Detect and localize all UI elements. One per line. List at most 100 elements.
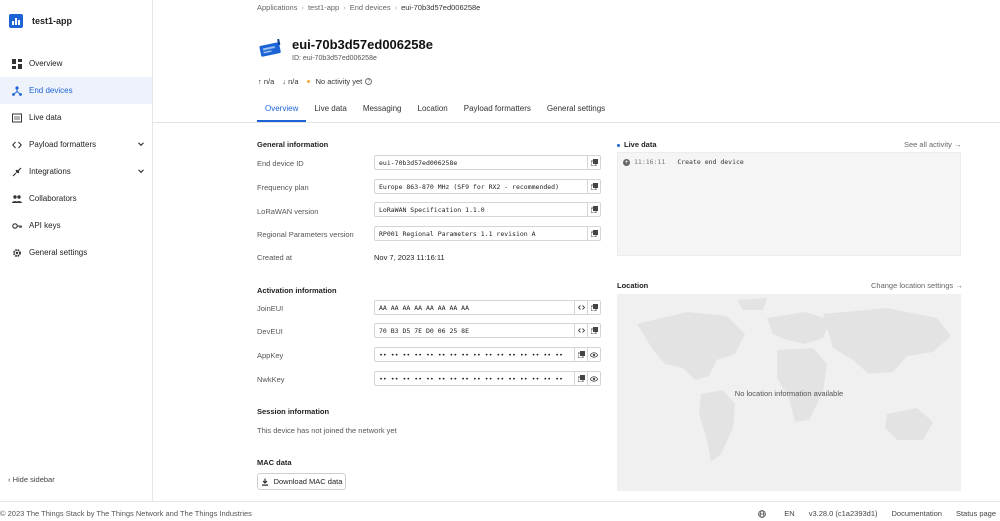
- sidebar-item-label: Payload formatters: [29, 140, 97, 149]
- footer-documentation-link[interactable]: Documentation: [892, 509, 942, 518]
- lorawan-version-field: LoRaWAN Specification 1.1.0: [374, 202, 601, 217]
- frequency-plan-field: Europe 863-870 MHz (SF9 for RX2 - recomm…: [374, 179, 601, 194]
- download-mac-data-label: Download MAC data: [273, 477, 343, 486]
- live-data-icon: [12, 113, 22, 123]
- sidebar-nav: Overview End devices Live data Payload f…: [0, 50, 152, 266]
- activation-info-title: Activation information: [257, 286, 337, 295]
- live-event-text: Create end device: [677, 158, 744, 166]
- downlink-stat: ↓ n/a: [282, 77, 298, 86]
- copy-icon[interactable]: [574, 348, 587, 361]
- lorawan-version-value[interactable]: LoRaWAN Specification 1.1.0: [375, 206, 587, 214]
- device-hub-icon: [12, 85, 22, 96]
- hide-sidebar-button[interactable]: ‹ Hide sidebar: [8, 475, 55, 484]
- change-location-settings-link[interactable]: Change location settings →: [871, 281, 963, 290]
- sidebar-item-end-devices[interactable]: End devices: [0, 77, 152, 104]
- device-id-line: ID: eui-70b3d57ed006258e: [292, 55, 377, 62]
- tab-location[interactable]: Location: [410, 97, 456, 122]
- deveui-field: 70 B3 D5 7E D0 06 25 8E: [374, 323, 601, 338]
- appkey-label: AppKey: [257, 351, 284, 360]
- code-icon: [12, 140, 22, 150]
- downlink-value: n/a: [288, 77, 299, 86]
- device-stats: ↑ n/a ↓ n/a No activity yet ?: [258, 77, 373, 86]
- copy-icon[interactable]: [587, 203, 600, 216]
- mac-data-title: MAC data: [257, 458, 292, 467]
- sidebar-item-integrations[interactable]: Integrations: [0, 158, 152, 185]
- end-device-id-value[interactable]: eui-70b3d57ed006258e: [375, 159, 587, 167]
- breadcrumb-applications[interactable]: Applications: [257, 3, 297, 12]
- app-header[interactable]: test1-app: [9, 14, 72, 28]
- joineui-label: JoinEUI: [257, 304, 284, 313]
- gear-icon: [12, 248, 22, 258]
- deveui-value[interactable]: 70 B3 D5 7E D0 06 25 8E: [375, 327, 574, 335]
- nwkkey-field: •• •• •• •• •• •• •• •• •• •• •• •• •• •…: [374, 371, 601, 386]
- created-at-label: Created at: [257, 253, 293, 262]
- live-event-time: 11:16:11: [634, 158, 666, 166]
- tab-payload-formatters[interactable]: Payload formatters: [456, 97, 539, 122]
- sidebar-item-general-settings[interactable]: General settings: [0, 239, 152, 266]
- eye-icon[interactable]: [587, 372, 600, 385]
- frequency-plan-label: Frequency plan: [257, 183, 309, 192]
- language-label: EN: [784, 509, 795, 518]
- footer: © 2023 The Things Stack by The Things Ne…: [0, 501, 1000, 521]
- sidebar-item-overview[interactable]: Overview: [0, 50, 152, 77]
- activity-dot-icon: [306, 80, 310, 83]
- sidebar: test1-app Overview End devices Live data: [0, 0, 153, 501]
- footer-status-link[interactable]: Status page: [956, 509, 996, 518]
- joineui-value[interactable]: AA AA AA AA AA AA AA AA: [375, 304, 574, 312]
- people-icon: [12, 194, 22, 204]
- globe-icon: [758, 509, 767, 518]
- copy-icon[interactable]: [587, 324, 600, 337]
- regional-parameters-value[interactable]: RP001 Regional Parameters 1.1 revision A: [375, 230, 587, 238]
- app-root: test1-app Overview End devices Live data: [0, 0, 1000, 521]
- live-event-row[interactable]: + 11:16:11 Create end device: [623, 158, 744, 166]
- copy-icon[interactable]: [587, 301, 600, 314]
- live-data-title-text: Live data: [624, 140, 657, 149]
- sidebar-item-api-keys[interactable]: API keys: [0, 212, 152, 239]
- sidebar-item-live-data[interactable]: Live data: [0, 104, 152, 131]
- breadcrumb-separator: ›: [301, 3, 304, 12]
- tab-overview[interactable]: Overview: [257, 97, 307, 122]
- language-selector[interactable]: EN: [758, 509, 795, 518]
- sidebar-item-label: Overview: [29, 59, 63, 68]
- breadcrumb-end-devices[interactable]: End devices: [350, 3, 391, 12]
- download-mac-data-button[interactable]: Download MAC data: [257, 473, 346, 490]
- tabs: Overview Live data Messaging Location Pa…: [257, 97, 613, 122]
- copy-icon[interactable]: [574, 372, 587, 385]
- integrations-icon: [12, 167, 22, 177]
- copy-icon[interactable]: [587, 180, 600, 193]
- eye-icon[interactable]: [587, 348, 600, 361]
- tab-messaging[interactable]: Messaging: [355, 97, 410, 122]
- uplink-stat: ↑ n/a: [258, 77, 274, 86]
- created-at-value: Nov 7, 2023 11:16:11: [374, 253, 445, 262]
- sidebar-item-collaborators[interactable]: Collaborators: [0, 185, 152, 212]
- session-note: This device has not joined the network y…: [257, 426, 397, 435]
- end-device-id-label: End device ID: [257, 159, 304, 168]
- chevron-down-icon[interactable]: [137, 140, 145, 148]
- breadcrumb-separator: ›: [343, 3, 346, 12]
- no-location-message: No location information available: [734, 389, 844, 398]
- app-logo-icon: [9, 14, 23, 28]
- copy-icon[interactable]: [587, 227, 600, 240]
- help-circle-icon[interactable]: ?: [365, 78, 373, 85]
- code-toggle-icon[interactable]: [574, 301, 587, 314]
- nwkkey-value[interactable]: •• •• •• •• •• •• •• •• •• •• •• •• •• •…: [375, 375, 574, 383]
- appkey-value[interactable]: •• •• •• •• •• •• •• •• •• •• •• •• •• •…: [375, 351, 574, 359]
- chevron-down-icon[interactable]: [137, 167, 145, 175]
- sidebar-item-label: API keys: [29, 221, 61, 230]
- breadcrumb-separator: ›: [394, 3, 398, 12]
- live-data-box: + 11:16:11 Create end device: [617, 152, 961, 256]
- live-data-title: Live data: [617, 140, 657, 149]
- frequency-plan-value[interactable]: Europe 863-870 MHz (SF9 for RX2 - recomm…: [375, 183, 587, 191]
- regional-parameters-field: RP001 Regional Parameters 1.1 revision A: [374, 226, 601, 241]
- location-map[interactable]: No location information available: [617, 294, 961, 491]
- sidebar-item-payload-formatters[interactable]: Payload formatters: [0, 131, 152, 158]
- regional-parameters-label: Regional Parameters version: [257, 230, 354, 239]
- see-all-activity-link[interactable]: See all activity →: [904, 140, 962, 149]
- breadcrumb-app[interactable]: test1-app: [308, 3, 339, 12]
- tab-live-data[interactable]: Live data: [306, 97, 354, 122]
- dashboard-icon: [12, 58, 22, 69]
- code-toggle-icon[interactable]: [574, 324, 587, 337]
- tab-general-settings[interactable]: General settings: [539, 97, 613, 122]
- copy-icon[interactable]: [587, 156, 600, 169]
- arrow-down-icon: ↓: [282, 77, 287, 86]
